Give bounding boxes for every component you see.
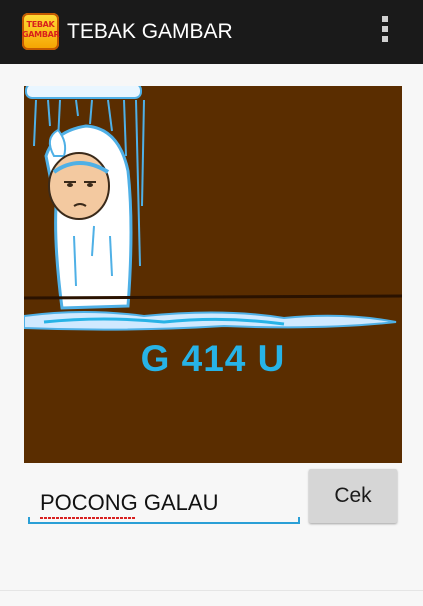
answer-input[interactable]: POCONG GALAU [28, 482, 300, 524]
app-logo-text: TEBAK GAMBAR [22, 20, 60, 39]
window-edge [0, 590, 423, 591]
answer-value[interactable]: POCONG GALAU [40, 490, 218, 516]
overflow-menu-icon[interactable] [378, 16, 392, 48]
clue-text: G 414 U [140, 338, 286, 379]
crying-ghost-illustration [24, 86, 402, 331]
action-bar: TEBAK GAMBAR TEBAK GAMBAR [0, 0, 423, 64]
app-logo-icon: TEBAK GAMBAR [22, 13, 60, 50]
check-button[interactable]: Cek [309, 469, 397, 523]
spellcheck-underline [40, 517, 136, 519]
app-title: TEBAK GAMBAR [67, 20, 233, 43]
input-underline [28, 522, 300, 524]
puzzle-image: G 414 U [24, 86, 402, 463]
